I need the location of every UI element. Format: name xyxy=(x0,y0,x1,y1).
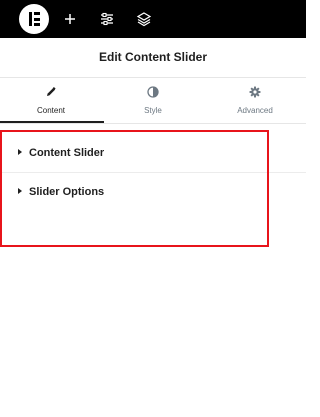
tab-content[interactable]: Content xyxy=(0,78,102,123)
caret-right-icon xyxy=(18,149,22,155)
section-divider xyxy=(0,172,306,173)
tab-bar: Content Style Advanced xyxy=(0,78,306,124)
gear-icon xyxy=(249,85,261,98)
pencil-icon xyxy=(45,85,57,97)
tab-style[interactable]: Style xyxy=(102,78,204,123)
section-slider-options[interactable]: Slider Options xyxy=(0,169,306,209)
tab-advanced[interactable]: Advanced xyxy=(204,78,306,123)
top-toolbar xyxy=(0,0,306,38)
add-icon[interactable] xyxy=(61,10,79,28)
panel-title: Edit Content Slider xyxy=(99,50,207,64)
section-label: Slider Options xyxy=(29,186,105,198)
section-label: Content Slider xyxy=(29,147,105,159)
elementor-logo[interactable] xyxy=(19,4,49,34)
tab-label: Advanced xyxy=(237,106,273,115)
caret-right-icon xyxy=(18,188,22,194)
tab-label: Style xyxy=(144,106,162,115)
contrast-icon xyxy=(147,85,159,98)
panel-header: Edit Content Slider xyxy=(0,38,306,78)
layers-icon[interactable] xyxy=(135,10,153,28)
tab-label: Content xyxy=(36,106,66,115)
active-tab-indicator xyxy=(0,121,104,123)
section-content-slider[interactable]: Content Slider xyxy=(0,130,306,170)
settings-sliders-icon[interactable] xyxy=(98,10,116,28)
